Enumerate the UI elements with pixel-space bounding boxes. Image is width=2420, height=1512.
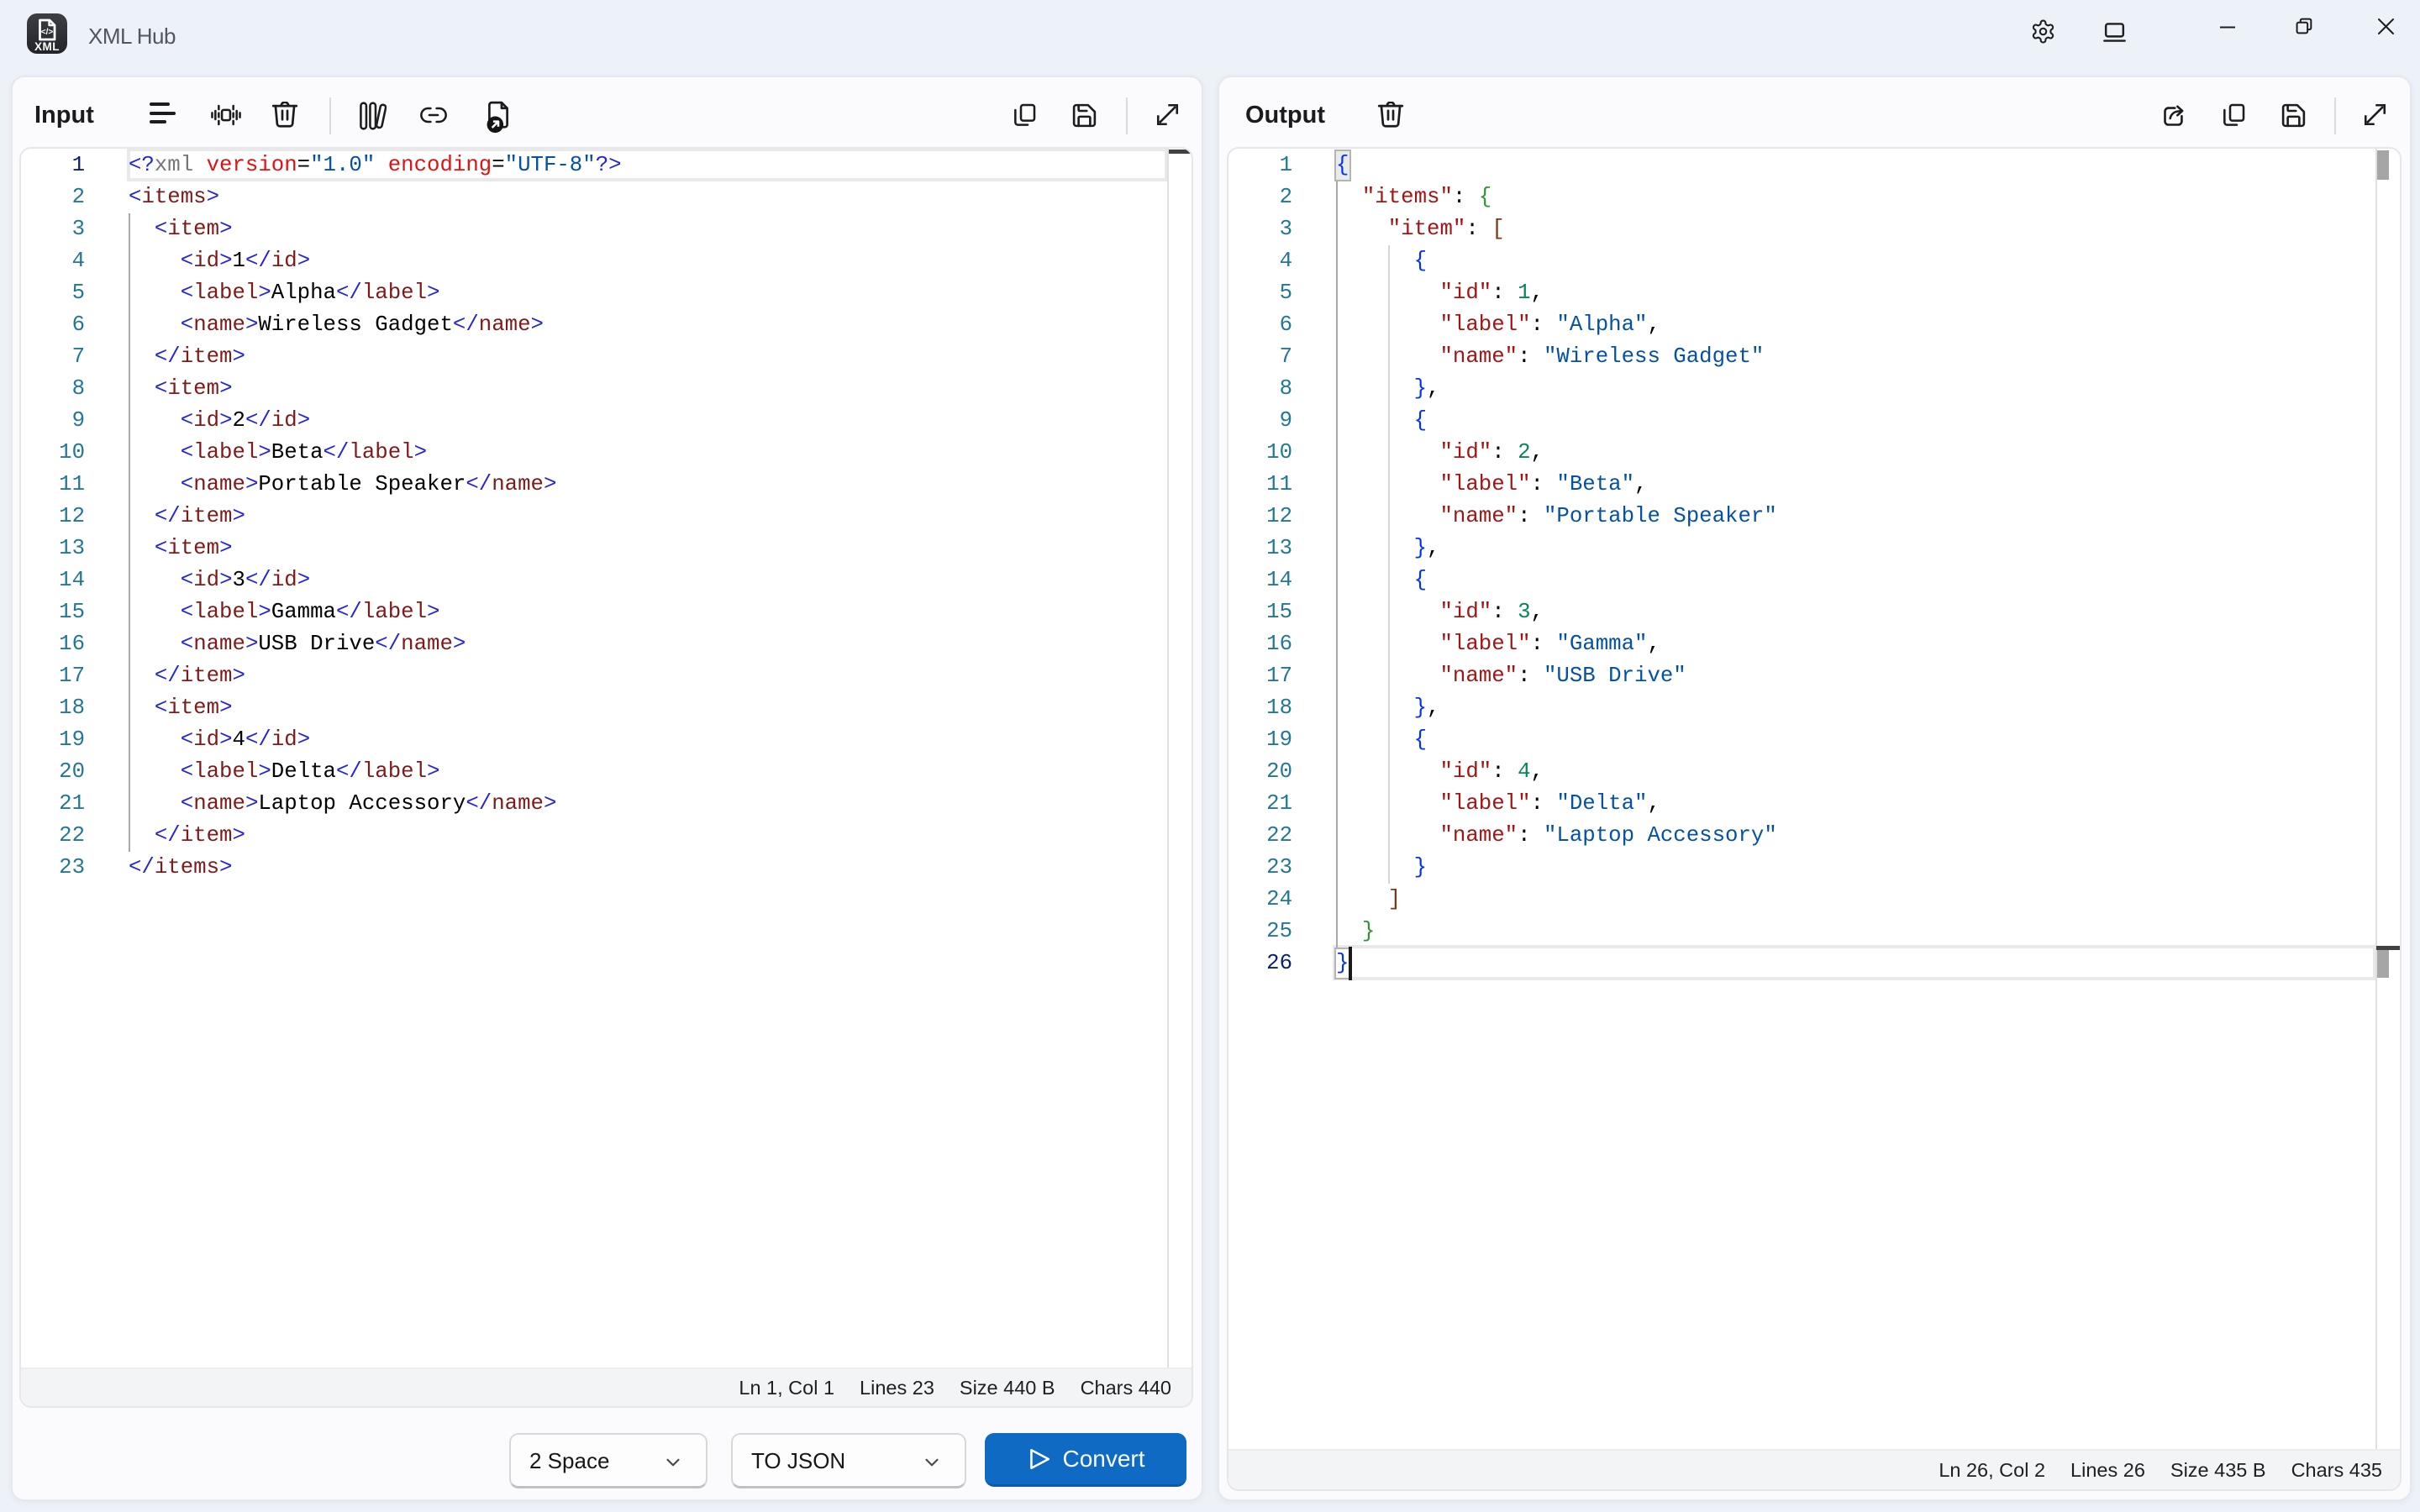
- svg-text:XML: XML: [34, 40, 60, 53]
- svg-text:</>: </>: [41, 28, 54, 37]
